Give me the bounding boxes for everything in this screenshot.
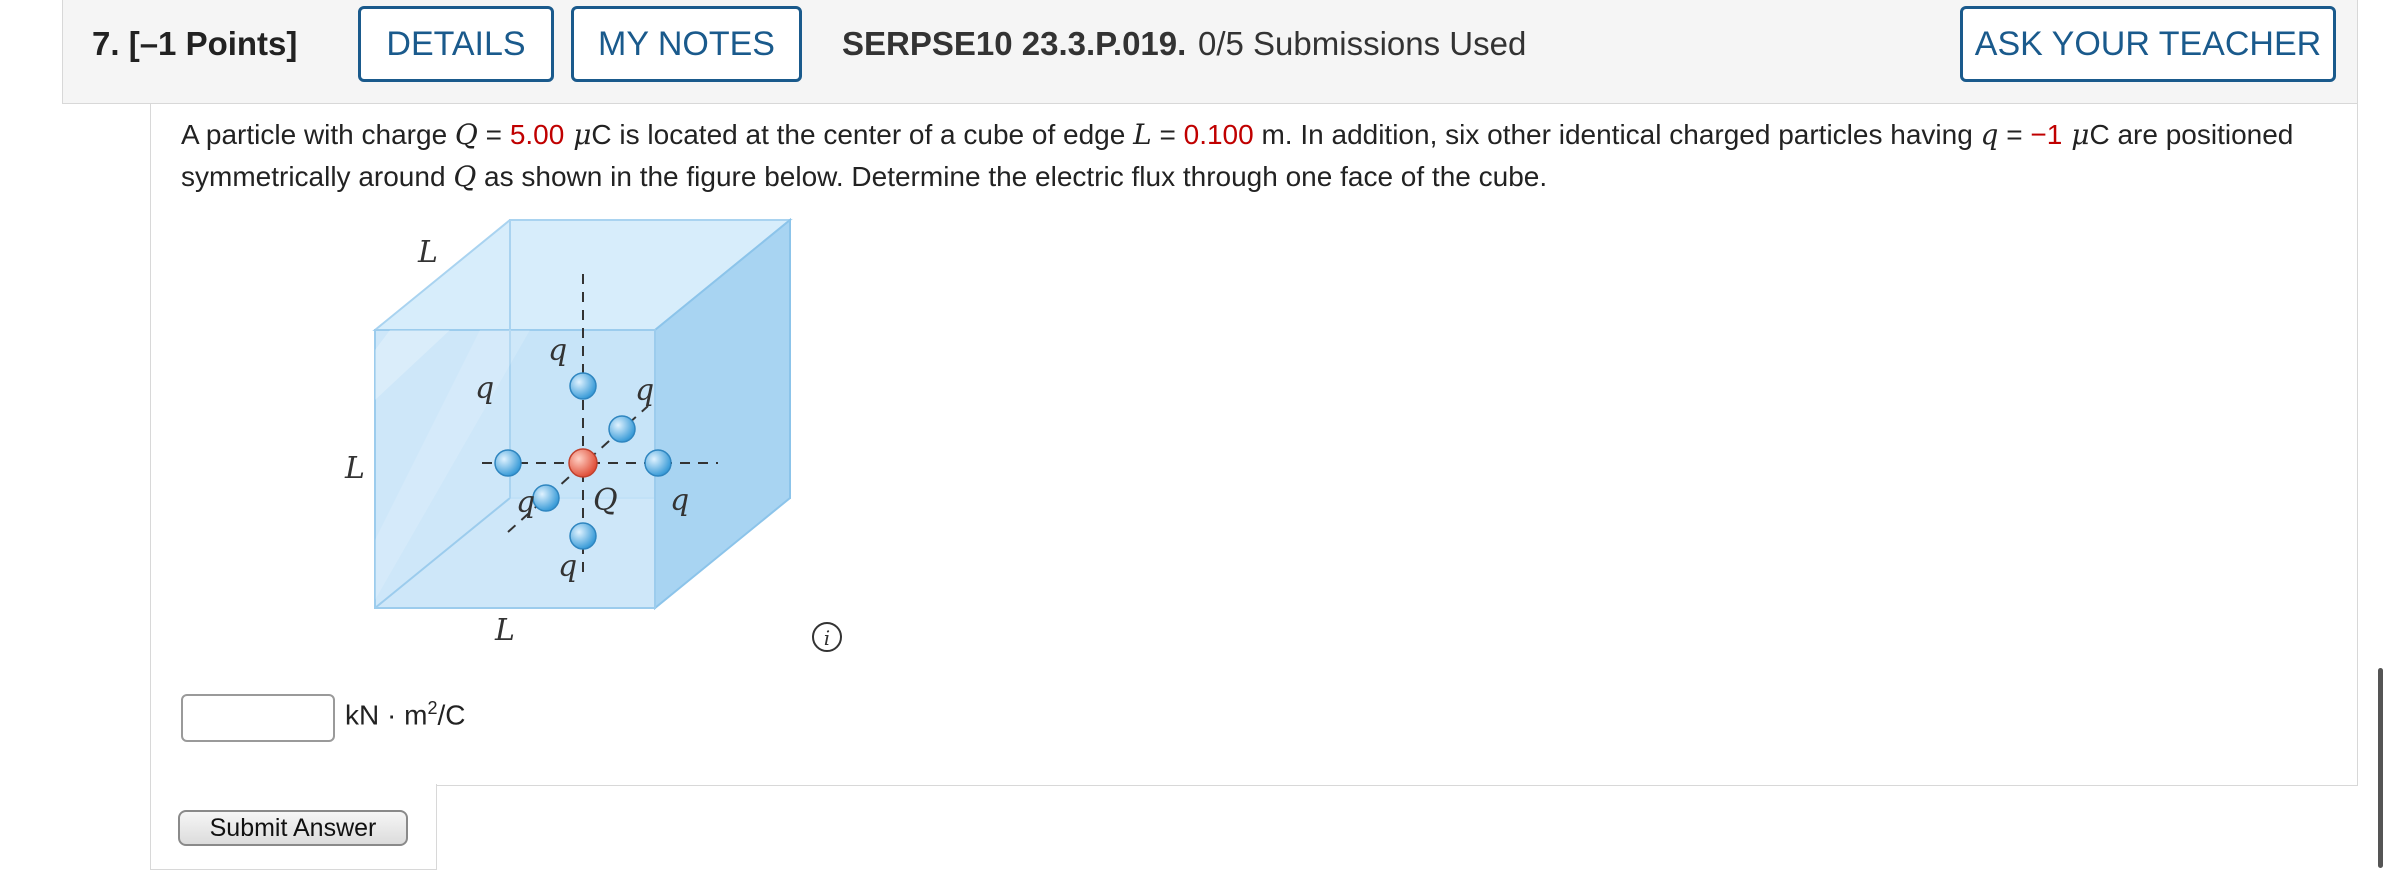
svg-text:i: i [824,626,830,650]
charge-Q-center [568,448,598,478]
question-number: 7. [92,25,120,62]
question-points: [–1 Points] [128,25,298,62]
label-L-top: L [417,235,438,270]
label-q-left: q [475,371,494,406]
charge-q-front [532,484,560,512]
cube-figure: L L L q q q q q q Q [344,217,793,648]
submit-answer-button[interactable]: Submit Answer [178,810,408,846]
charge-q-bottom [569,522,597,550]
question-code: SERPSE10 23.3.P.019. [842,25,1187,62]
question-number-points: 7. [–1 Points] [92,25,297,63]
charge-value: 5.00 [509,119,565,150]
charge-q-back [608,415,636,443]
answer-unit: kN · m2/C [345,698,466,731]
label-q-back: q [635,373,654,408]
submissions-used: 0/5 Submissions Used [1198,25,1527,62]
label-q-top: q [548,333,567,368]
charge-q-left [494,449,522,477]
info-icon[interactable]: i [810,620,844,654]
label-L-left: L [344,451,365,486]
label-Q: Q [593,483,618,518]
label-q-right: q [670,483,689,518]
small-charge-value: −1 [2030,119,2063,150]
details-button[interactable]: DETAILS [358,6,554,82]
charge-q-right [644,449,672,477]
label-q-front: q [516,485,535,520]
answer-input[interactable] [181,694,335,742]
label-L-bottom: L [494,613,515,648]
problem-statement: A particle with charge Q = 5.00 μC is lo… [181,118,2294,193]
charge-q-top [569,372,597,400]
scrollbar[interactable] [2378,668,2383,868]
edge-value: 0.100 [1183,119,1254,150]
label-q-bottom: q [558,549,577,584]
my-notes-button[interactable]: MY NOTES [571,6,802,82]
ask-teacher-button[interactable]: ASK YOUR TEACHER [1960,6,2336,82]
